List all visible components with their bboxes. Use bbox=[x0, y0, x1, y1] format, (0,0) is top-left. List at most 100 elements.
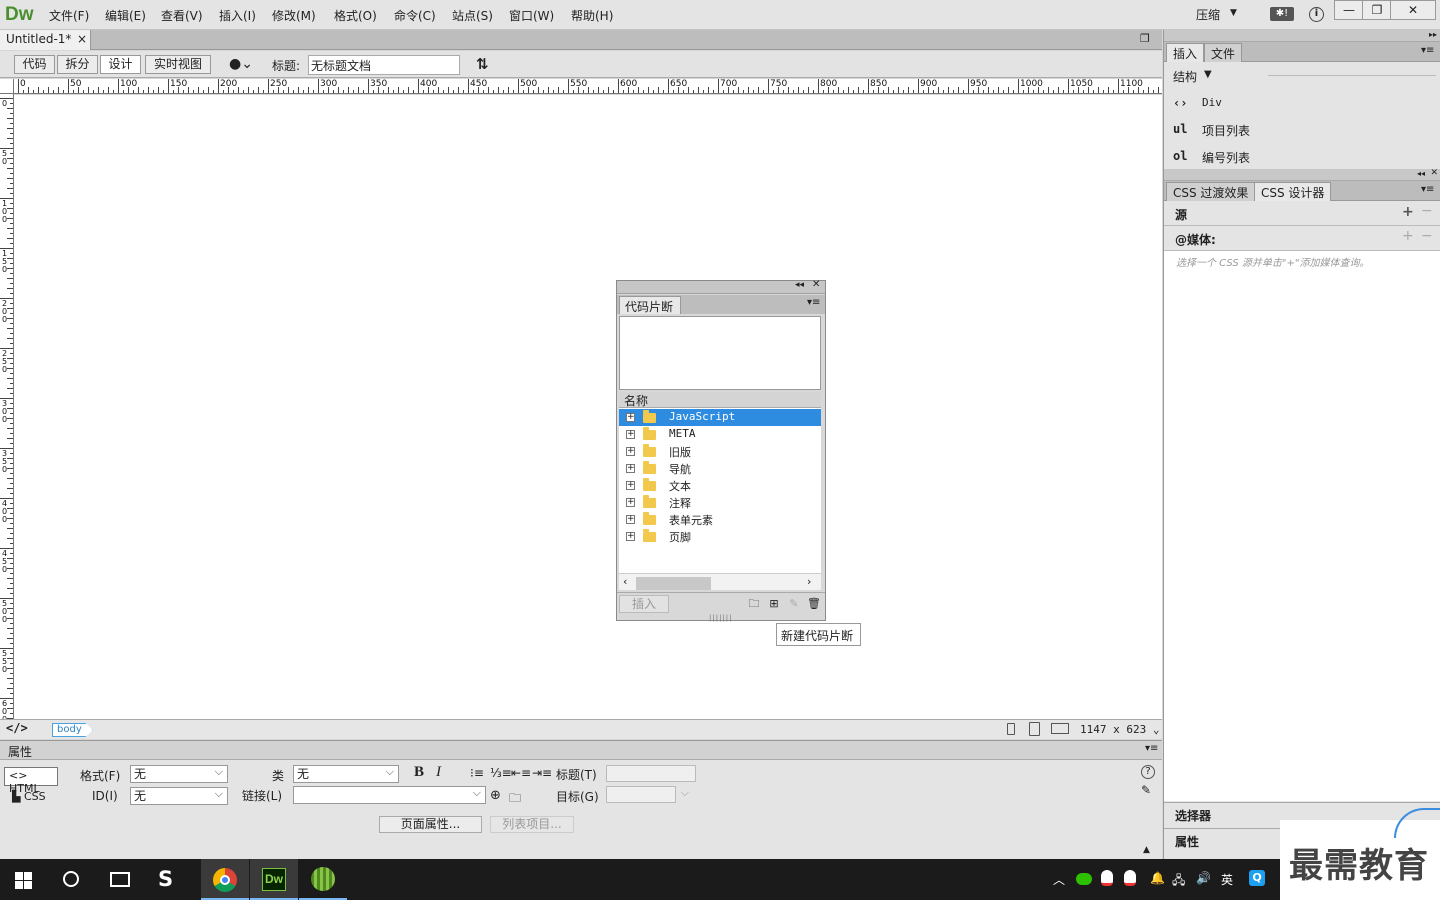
menu-window[interactable]: 窗口(W) bbox=[509, 7, 554, 24]
html-mode-button[interactable]: <> HTML bbox=[4, 767, 58, 795]
close-icon[interactable]: ✕ bbox=[1430, 168, 1438, 178]
qq-icon[interactable] bbox=[1101, 870, 1113, 886]
snippet-folder-row[interactable]: + 页脚 bbox=[619, 528, 821, 545]
insert-panel-bar[interactable]: ▸▸ bbox=[1164, 30, 1440, 42]
task-view-icon[interactable] bbox=[110, 872, 130, 887]
remove-source-icon[interactable]: − bbox=[1421, 203, 1433, 219]
insert-snippet-button[interactable]: 插入 bbox=[619, 595, 669, 613]
scroll-left-icon[interactable]: ‹ bbox=[623, 575, 627, 588]
target-select[interactable]: ⌵ bbox=[606, 786, 689, 803]
info-icon[interactable]: i bbox=[1309, 7, 1324, 22]
menu-view[interactable]: 查看(V) bbox=[161, 7, 203, 24]
app-s-icon[interactable]: S bbox=[158, 867, 173, 891]
menu-insert[interactable]: 插入(I) bbox=[219, 7, 256, 24]
expand-plus-icon[interactable]: + bbox=[626, 430, 635, 439]
new-folder-icon[interactable]: 🗀 bbox=[747, 597, 761, 610]
design-canvas[interactable] bbox=[14, 95, 1162, 719]
tag-selector-body[interactable]: body bbox=[52, 723, 93, 737]
tray-expand-icon[interactable]: ︿ bbox=[1053, 871, 1065, 888]
scrollbar-thumb[interactable] bbox=[636, 577, 711, 590]
quick-tag-editor-icon[interactable]: ✎ bbox=[1141, 783, 1151, 797]
scroll-right-icon[interactable]: › bbox=[807, 575, 811, 588]
help-icon[interactable]: ? bbox=[1141, 765, 1155, 779]
indent-icon[interactable]: ⇥≡ bbox=[532, 766, 552, 780]
expand-plus-icon[interactable]: + bbox=[626, 498, 635, 507]
resize-grip-icon[interactable]: ||||||| bbox=[709, 614, 733, 622]
panel-menu-icon[interactable]: ▾≡ bbox=[1421, 184, 1434, 195]
close-icon[interactable]: ✕ bbox=[812, 279, 820, 290]
menu-help[interactable]: 帮助(H) bbox=[571, 7, 613, 24]
tab-snippets[interactable]: 代码片断 bbox=[619, 296, 681, 314]
window-size-dropdown[interactable]: 1147 x 623 ⌄ bbox=[1080, 723, 1159, 736]
insert-div-item[interactable]: Div bbox=[1202, 96, 1222, 109]
css-panel-bar[interactable]: ◂◂ ✕ bbox=[1164, 168, 1440, 181]
panel-menu-icon[interactable]: ▾≡ bbox=[1145, 743, 1158, 754]
insert-ul-item[interactable]: 项目列表 bbox=[1202, 122, 1250, 139]
notification-bell-icon[interactable]: 🔔 bbox=[1150, 871, 1165, 885]
collapse-icon[interactable]: ▸▸ bbox=[1429, 30, 1437, 39]
dreamweaver-icon[interactable]: Dw bbox=[262, 868, 286, 891]
italic-button[interactable]: I bbox=[436, 764, 441, 781]
horizontal-scrollbar[interactable]: ‹ › bbox=[619, 573, 821, 590]
tab-css-designer[interactable]: CSS 设计器 bbox=[1254, 182, 1332, 201]
live-view-button[interactable]: 实时视图 bbox=[145, 55, 211, 74]
snippet-folder-row[interactable]: + 导航 bbox=[619, 460, 821, 477]
snippet-folder-row[interactable]: + META bbox=[619, 426, 821, 443]
chevron-down-icon[interactable]: ▼ bbox=[1204, 69, 1212, 80]
workspace-switcher[interactable]: 压缩 bbox=[1196, 6, 1220, 23]
minimize-button[interactable]: — bbox=[1334, 0, 1364, 20]
insert-ol-item[interactable]: 编号列表 bbox=[1202, 149, 1250, 166]
snippets-title-bar[interactable]: ◂◂ ✕ bbox=[617, 279, 825, 294]
snippet-folder-row[interactable]: + JavaScript bbox=[619, 409, 821, 426]
volume-icon[interactable]: 🔊 bbox=[1196, 871, 1211, 885]
close-button[interactable]: ✕ bbox=[1390, 0, 1436, 20]
code-navigator-icon[interactable]: </> bbox=[6, 721, 28, 735]
panel-menu-icon[interactable]: ▾≡ bbox=[807, 297, 820, 308]
browse-folder-icon[interactable]: 🗀 bbox=[509, 789, 521, 810]
point-to-file-icon[interactable]: ⊕ bbox=[490, 788, 501, 803]
menu-commands[interactable]: 命令(C) bbox=[394, 7, 436, 24]
tab-css-transitions[interactable]: CSS 过渡效果 bbox=[1166, 182, 1256, 201]
windows-start-icon[interactable] bbox=[15, 872, 32, 889]
collapse-icon[interactable]: ◂◂ bbox=[795, 280, 804, 290]
snippet-folder-row[interactable]: + 旧版 bbox=[619, 443, 821, 460]
outdent-icon[interactable]: ⇤≡ bbox=[511, 766, 531, 780]
expand-plus-icon[interactable]: + bbox=[626, 515, 635, 524]
expand-plus-icon[interactable]: + bbox=[626, 447, 635, 456]
wechat-icon[interactable] bbox=[1076, 873, 1092, 885]
restore-button[interactable]: ❐ bbox=[1362, 0, 1392, 20]
document-title-input[interactable]: 无标题文档 bbox=[308, 55, 460, 75]
bold-button[interactable]: B bbox=[414, 764, 424, 781]
add-source-icon[interactable]: + bbox=[1402, 204, 1414, 220]
page-properties-button[interactable]: 页面属性... bbox=[379, 816, 482, 833]
ordered-list-icon[interactable]: ⅓≡ bbox=[490, 766, 512, 780]
title-attr-input[interactable] bbox=[606, 765, 696, 782]
class-select[interactable]: 无 bbox=[293, 764, 399, 783]
ime-indicator[interactable]: 英 bbox=[1221, 871, 1233, 888]
preview-browser-icon[interactable]: ●⌄ bbox=[229, 56, 253, 72]
id-select[interactable]: 无 bbox=[130, 786, 228, 805]
menu-file[interactable]: 文件(F) bbox=[49, 7, 89, 24]
edit-snippet-icon[interactable]: ✎ bbox=[787, 597, 801, 610]
code-view-button[interactable]: 代码 bbox=[14, 55, 55, 74]
menu-format[interactable]: 格式(O) bbox=[334, 7, 377, 24]
expand-plus-icon[interactable]: + bbox=[626, 464, 635, 473]
tab-files[interactable]: 文件 bbox=[1204, 43, 1243, 62]
new-snippet-icon[interactable]: ⊞ bbox=[767, 597, 781, 610]
expand-plus-icon[interactable]: + bbox=[626, 532, 635, 541]
qq-icon[interactable] bbox=[1124, 870, 1136, 886]
sync-settings-icon[interactable]: ✱! bbox=[1270, 7, 1294, 21]
format-select[interactable]: 无 bbox=[130, 764, 228, 783]
menu-site[interactable]: 站点(S) bbox=[452, 7, 493, 24]
design-view-button[interactable]: 设计 bbox=[100, 55, 141, 74]
restore-document-icon[interactable]: ❐ bbox=[1140, 32, 1150, 45]
link-input[interactable] bbox=[293, 785, 486, 804]
expand-plus-icon[interactable]: + bbox=[626, 481, 635, 490]
chevron-down-icon[interactable]: ▼ bbox=[1230, 8, 1237, 18]
delete-icon[interactable]: 🗑 bbox=[807, 597, 821, 610]
menu-modify[interactable]: 修改(M) bbox=[272, 7, 316, 24]
mobile-size-icon[interactable] bbox=[1007, 723, 1015, 735]
snippet-folder-row[interactable]: + 注释 bbox=[619, 494, 821, 511]
melon-app-icon[interactable] bbox=[311, 867, 335, 891]
list-item-button[interactable]: 列表项目... bbox=[490, 816, 574, 833]
